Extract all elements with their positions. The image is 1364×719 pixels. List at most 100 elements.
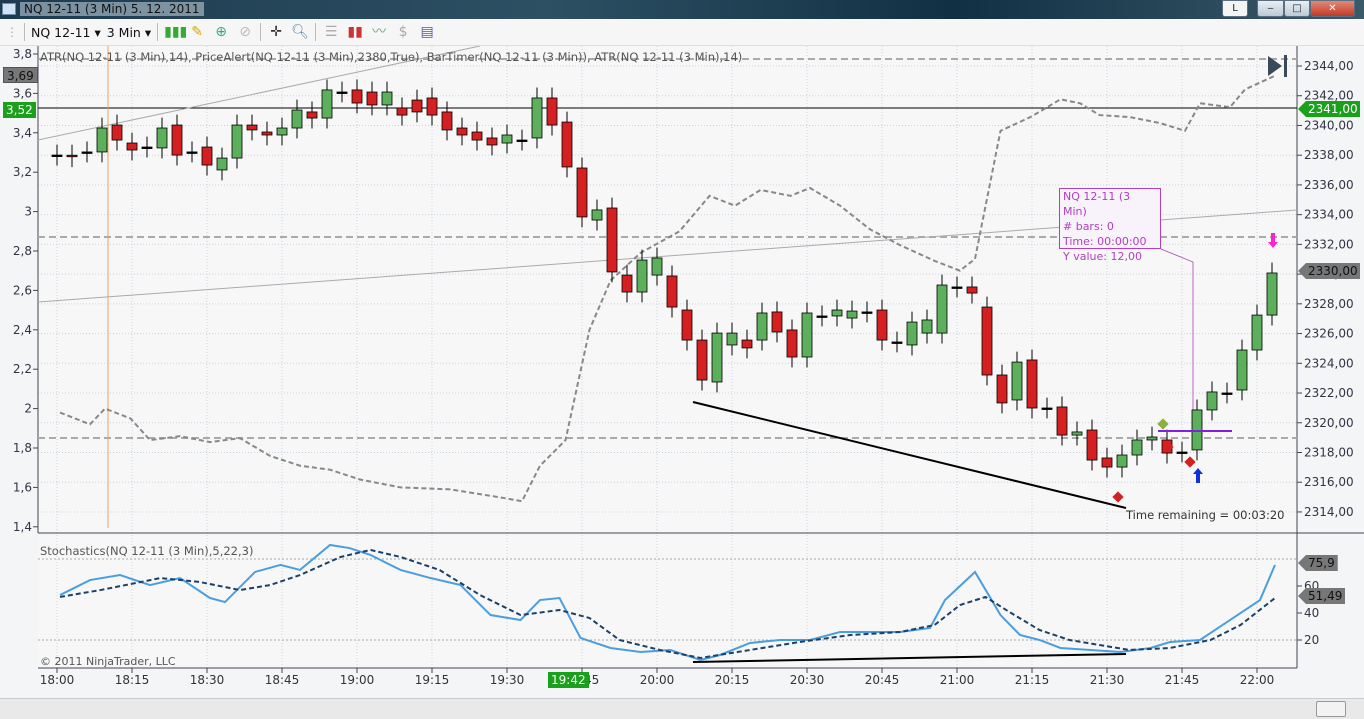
candle [276,127,288,136]
candle [681,309,693,341]
time-label: 18:45 [265,673,300,687]
candle [1131,439,1143,456]
candle [906,321,918,346]
instrument-selector[interactable]: NQ 12-11 ▾ [31,25,101,40]
candle [546,97,558,126]
last-price-tag: 2330,00 [1298,263,1360,279]
candle [321,89,333,119]
stochastics-label: Stochastics(NQ 12-11 (3 Min),5,22,3) [40,544,254,558]
atr-axis-label: 2,6 [13,283,32,297]
atr-axis-label: 3 [24,205,32,219]
candle [1221,392,1233,395]
candle [576,167,588,218]
candle [426,97,438,116]
crosshair-icon[interactable]: ✛ [267,23,285,41]
candle [1236,349,1248,391]
chart-style-icon[interactable]: ▮▮ [346,23,364,41]
time-label: 20:15 [715,673,750,687]
horizontal-scrollbar[interactable] [0,698,1364,719]
crosshair-tooltip: NQ 12-11 (3 Min) # bars: 0 Time: 00:00:0… [1059,188,1161,263]
time-label: 21:45 [1165,673,1200,687]
tooltip-yvalue: Y value: 12,00 [1063,250,1142,263]
properties-icon[interactable]: ▤ [418,23,436,41]
chart-canvas[interactable]: 18:0018:1518:3018:4519:0019:1519:3019:45… [0,0,1364,719]
candle [486,137,498,146]
candle [456,127,468,136]
candle [756,312,768,341]
candle [726,332,738,346]
candle [711,332,723,383]
candle [861,311,873,314]
time-label: 19:00 [340,673,375,687]
atr-value-tag: 3,69 [3,67,38,83]
atr-axis-label: 1,8 [13,441,32,455]
price-label: 2318,00 [1304,445,1354,459]
drawing-pencil-icon[interactable]: ✎ [188,23,206,41]
candle [51,154,63,157]
atr-axis-label: 3,6 [13,86,32,100]
candle [1011,361,1023,401]
candle [1071,431,1083,436]
candle [156,127,168,149]
price-label: 2322,00 [1304,386,1354,400]
time-label: 20:00 [640,673,675,687]
time-label: 21:15 [1015,673,1050,687]
candle [201,146,213,166]
time-cursor-tag: 19:42 [548,672,589,688]
candle [1101,457,1113,468]
atr-axis-label: 2,2 [13,362,32,376]
price-label: 2338,00 [1304,148,1354,162]
candle [696,339,708,381]
candle [231,124,243,159]
price-label: 2328,00 [1304,297,1354,311]
candle [246,124,258,131]
chart-trader-icon[interactable]: 〰 [370,23,388,41]
candle [66,154,78,158]
time-label: 19:30 [490,673,525,687]
candle [606,207,618,273]
bar-type-icon[interactable]: ▮▮▮ [164,23,187,41]
candle [561,121,573,168]
candle [96,127,108,153]
candle [966,286,978,294]
candle [261,131,273,136]
add-indicator-icon[interactable]: ⊕ [212,23,230,41]
instrument-label: NQ 12-11 [31,24,91,40]
toolbar-grip-icon[interactable]: ⋮ [6,25,18,39]
candle [336,91,348,94]
candle [141,146,153,149]
zoom-icon[interactable]: 🔍︎ [291,23,309,41]
candle [1266,272,1278,316]
stoch-d-tag: 51,49 [1298,588,1346,604]
price-label: 2316,00 [1304,475,1354,489]
remove-indicator-icon[interactable]: ⊘ [236,23,254,41]
candle [591,209,603,221]
price-label: 2324,00 [1304,356,1354,370]
atr-axis-label: 2,8 [13,244,32,258]
app-chart-icon [2,3,16,15]
atr-axis-label: 1,6 [13,480,32,494]
link-button[interactable]: L [1222,0,1248,17]
close-button[interactable]: ✕ [1310,0,1355,17]
candle [891,341,903,344]
data-box-icon[interactable]: ☰ [322,23,340,41]
interval-selector[interactable]: 3 Min ▾ [107,25,151,40]
candle [501,134,513,144]
candle [186,151,198,154]
minimize-button[interactable]: ‒ [1257,0,1284,17]
candle [1191,409,1203,451]
dollar-icon[interactable]: $ [394,23,412,41]
tooltip-instrument: NQ 12-11 (3 Min) [1063,190,1131,218]
candle [1206,391,1218,411]
divider [315,23,317,41]
time-label: 20:45 [865,673,900,687]
chart-toolbar: ⋮ NQ 12-11 ▾ 3 Min ▾ ▮▮▮ ✎ ⊕ ⊘ ✛ 🔍︎ ☰ ▮▮… [0,19,1364,46]
price-label: 2344,00 [1304,59,1354,73]
candle [651,257,663,276]
maximize-button[interactable]: □ [1284,0,1310,17]
price-label: 2332,00 [1304,237,1354,251]
stoch-k-tag: 75,9 [1298,555,1338,571]
candle [846,310,858,319]
candle [411,99,423,113]
scrollbar-thumb[interactable] [1316,701,1346,717]
